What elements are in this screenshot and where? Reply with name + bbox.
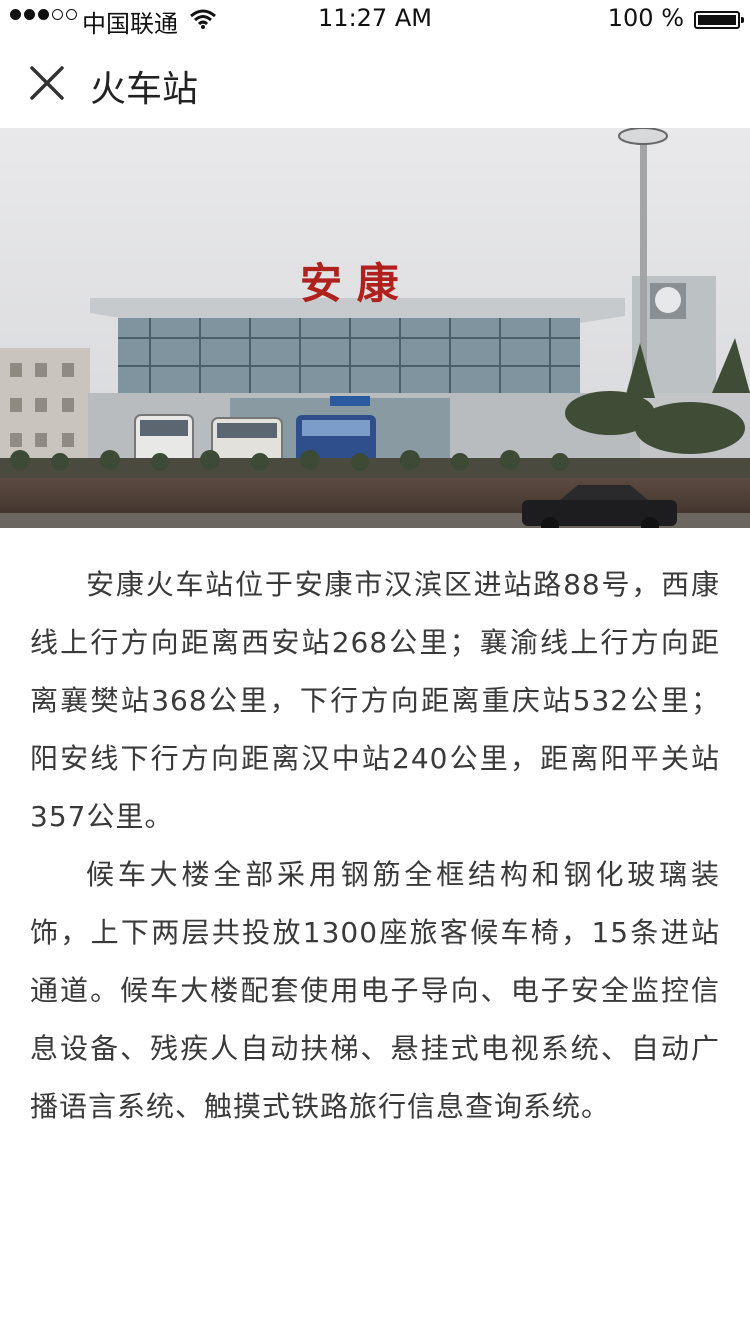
close-icon[interactable] (26, 62, 68, 104)
station-sign: 安 康 (300, 259, 399, 308)
battery-icon (694, 11, 744, 29)
station-photo: 安 康 (0, 128, 750, 528)
status-bar: 中国联通 11:27 AM 100 % (0, 0, 750, 40)
battery-percentage: 100 % (607, 4, 684, 32)
page-title: 火车站 (90, 69, 199, 110)
article-paragraph: 安康火车站位于安康市汉滨区进站路88号，西康线上行方向距离西安站268公里；襄渝… (30, 568, 720, 833)
article-body: 安康火车站位于安康市汉滨区进站路88号，西康线上行方向距离西安站268公里；襄渝… (30, 556, 720, 1136)
article-paragraph: 候车大楼全部采用钢筋全框结构和钢化玻璃装饰，上下两层共投放1300座旅客候车椅，… (30, 858, 720, 1123)
navigation-bar: 火车站 (0, 40, 750, 130)
